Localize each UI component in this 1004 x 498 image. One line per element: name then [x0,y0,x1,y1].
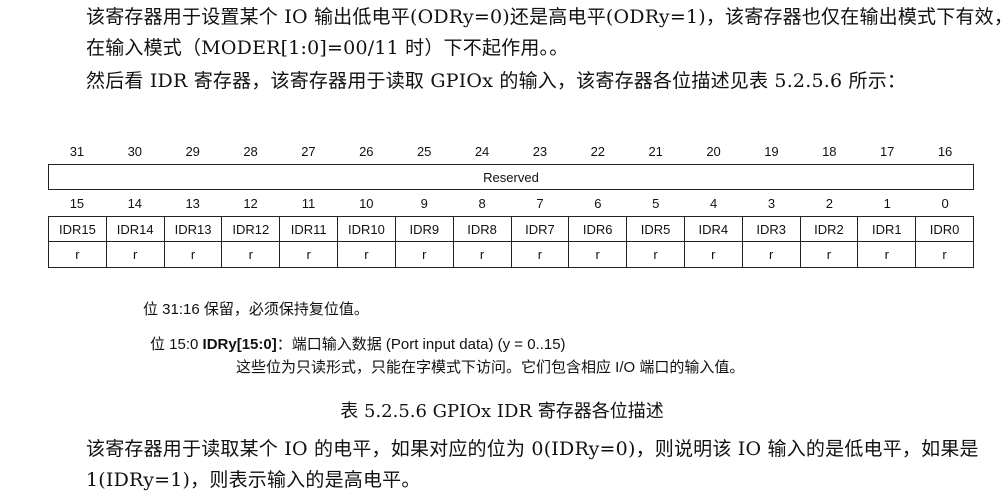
lower-bit-numbers: 15 14 13 12 11 10 9 8 7 6 5 4 3 2 1 0 [48,190,974,216]
bit-number: 4 [709,195,718,211]
access-cell: r [741,242,800,267]
access-cell: r [683,242,742,267]
bit-number: 24 [474,143,490,159]
bit-number: 31 [69,143,85,159]
bit-number: 21 [648,143,663,159]
access-cell: r [915,242,973,267]
field-cell: IDR0 [915,217,973,241]
field-cell: IDR3 [741,217,800,241]
bit-number: 11 [301,195,316,211]
access-cell: r [105,242,164,267]
bit-number: 22 [590,143,606,159]
desc-field-name: IDRy[15:0] [202,336,277,353]
bit-number: 18 [822,143,837,159]
access-cell: r [394,242,453,267]
bit-number: 7 [536,195,544,211]
access-cell: r [799,242,858,267]
access-row: rrrrrrrrrrrrrrrr [48,242,974,268]
bit-number: 23 [532,143,548,159]
bit-number: 20 [706,143,721,159]
bit-number: 30 [127,143,143,159]
field-cell: IDR6 [568,217,626,241]
bit-number: 15 [69,195,85,211]
table-caption: 表 5.2.5.6 GPIOx IDR 寄存器各位描述 [340,401,664,422]
paragraph-idr-intro: 然后看 IDR 寄存器，该寄存器用于读取 GPIOx 的输入，该寄存器各位描述见… [86,70,907,92]
bit-number: 3 [767,195,776,211]
field-cell: IDR13 [163,217,222,241]
bit-number: 14 [127,195,143,211]
bit-number: 6 [594,195,602,211]
paragraph-idr-usage: 该寄存器用于读取某个 IO 的电平，如果对应的位为 0(IDRy=0)，则说明该… [86,438,979,491]
upper-bit-numbers: 31 30 29 28 27 26 25 24 23 22 21 20 19 18 17 16 [48,138,974,164]
bit-number: 5 [652,195,660,211]
field-cell: IDR15 [58,221,96,237]
bit-number: 12 [243,195,258,211]
field-cell: IDR4 [683,217,742,241]
bit-number: 2 [825,195,833,211]
bit-number: 0 [941,195,949,211]
desc-field-text: ：端口输入数据 (Port input data) (y = 0..15) [276,336,566,353]
access-cell: r [279,242,337,267]
field-cell: IDR5 [626,217,684,241]
field-cell: IDR7 [510,217,569,241]
access-cell: r [857,242,915,267]
field-cell: IDR14 [105,217,164,241]
field-cell: IDR1 [857,217,915,241]
register-table: 31 30 29 28 27 26 25 24 23 22 21 20 19 18 17 16 Reserve… [48,138,974,268]
bit-number: 8 [478,195,486,211]
field-cell: IDR9 [394,217,453,241]
bit-number: 9 [420,195,428,211]
bit-number: 19 [764,143,779,159]
field-cell: IDR12 [221,217,279,241]
bit-number: 25 [416,143,432,159]
access-cell: r [75,247,80,262]
reserved-row: Reserved [48,164,974,190]
access-cell: r [337,242,395,267]
bit-number: 13 [185,195,200,211]
bit-number: 10 [359,195,374,211]
access-cell: r [626,242,684,267]
bit-number: 29 [185,143,200,159]
paragraph-odr: 该寄存器用于设置某个 IO 输出低电平(ODRy=0)还是高电平(ODRy=1)… [86,6,1004,59]
bit-number: 16 [937,143,953,159]
desc-bit-range: 位 15:0 [150,336,203,353]
access-cell: r [452,242,511,267]
access-cell: r [163,242,222,267]
field-cell: IDR2 [799,217,858,241]
reserved-cell: Reserved [483,169,539,185]
bit-number: 26 [359,143,374,159]
field-cell: IDR11 [279,217,337,241]
field-name-row: IDR15 IDR14 IDR13 IDR12 IDR11 IDR10 IDR9 IDR8 ID… [48,216,974,242]
bit-number: 28 [243,143,258,159]
desc-bits-15-0: 位 15:0 IDRy[15:0]：端口输入数据 (Port input dat… [150,334,566,356]
field-cell: IDR8 [452,217,511,241]
access-cell: r [221,242,279,267]
bit-number: 17 [879,143,895,159]
desc-bits-31-16: 位 31:16 保留，必须保持复位值。 [143,301,369,318]
desc-readonly-note: 这些位为只读形式，只能在字模式下访问。它们包含相应 I/O 端口的输入值。 [236,359,745,376]
access-cell: r [510,242,569,267]
access-cell: r [568,242,626,267]
bit-number: 27 [301,143,316,159]
bit-number: 1 [883,195,891,211]
field-cell: IDR10 [337,217,395,241]
